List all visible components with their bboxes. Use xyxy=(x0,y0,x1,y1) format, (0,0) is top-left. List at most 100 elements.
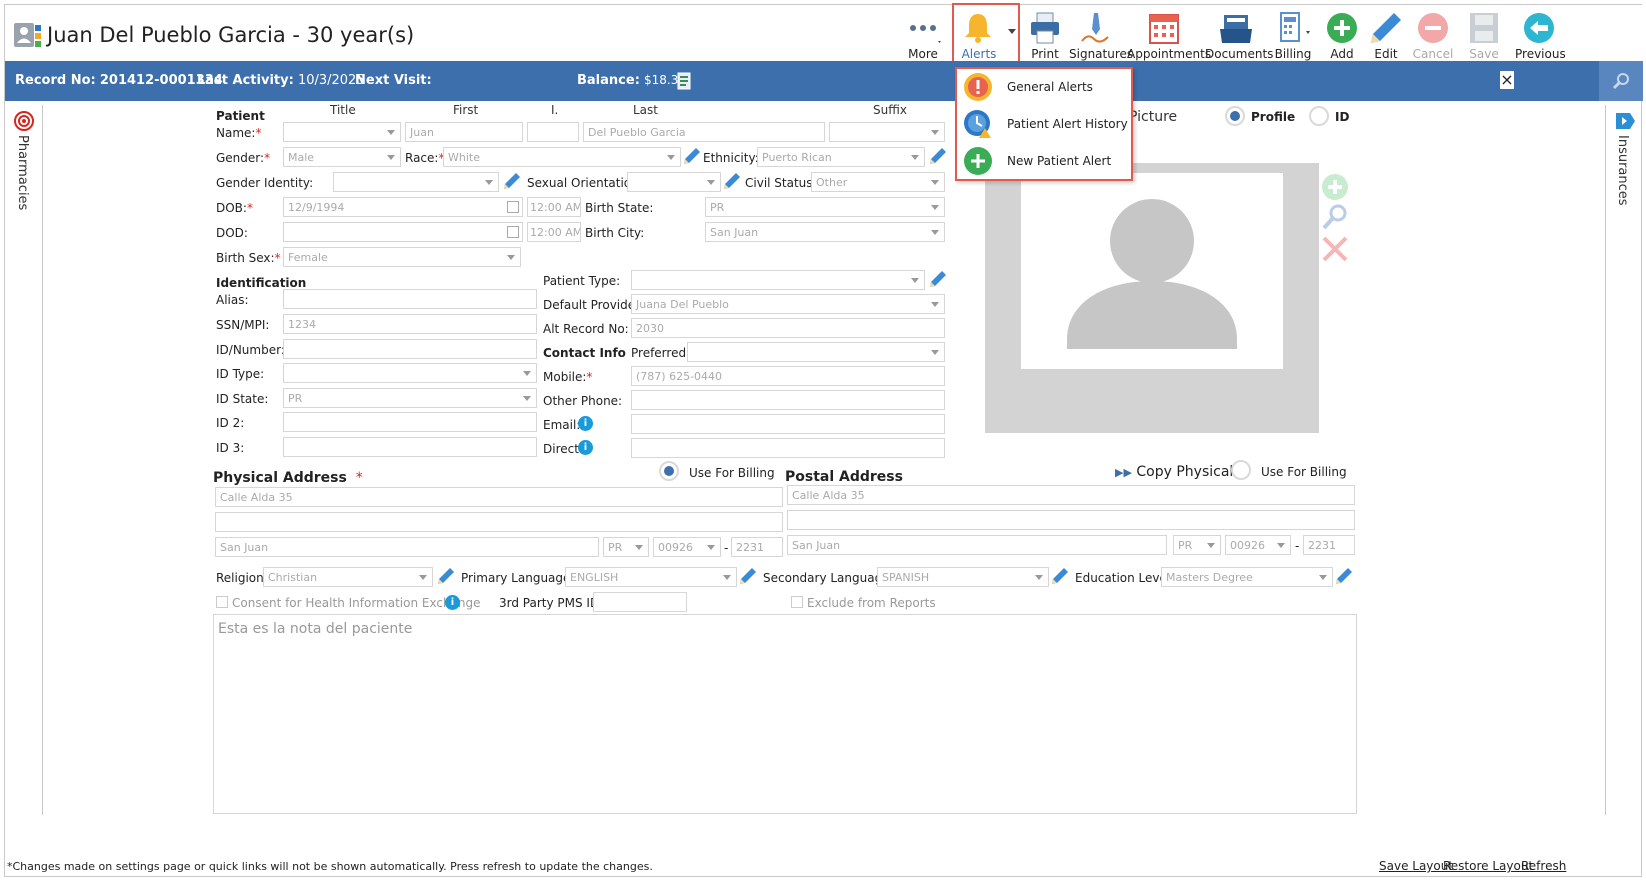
email-input[interactable] xyxy=(631,414,945,434)
postal-city-input[interactable]: San Juan xyxy=(787,535,1167,555)
edit-button[interactable]: Edit xyxy=(1367,7,1405,63)
exclude-reports-checkbox[interactable] xyxy=(791,596,803,608)
primary-language-edit-pencil-icon[interactable] xyxy=(739,567,757,585)
restore-layout-link[interactable]: Restore Layout xyxy=(1443,859,1533,873)
direct-info-icon[interactable]: i xyxy=(578,440,593,455)
birth-city-select[interactable]: San Juan xyxy=(705,222,945,242)
birth-sex-select[interactable]: Female xyxy=(283,247,521,267)
postal-zip-select[interactable]: 00926 xyxy=(1225,535,1291,555)
other-phone-input[interactable] xyxy=(631,390,945,410)
ssn-input[interactable]: 1234 xyxy=(283,314,537,334)
physical-address-line2[interactable] xyxy=(215,512,783,532)
physical-city-input[interactable]: San Juan xyxy=(215,537,599,557)
menu-item-new-patient-alert[interactable]: New Patient Alert xyxy=(957,143,1131,179)
ledger-icon[interactable] xyxy=(677,72,693,90)
refresh-link[interactable]: Refresh xyxy=(1521,859,1566,873)
alt-record-input[interactable]: 2030 xyxy=(631,318,945,338)
postal-zip-ext-input[interactable]: 2231 xyxy=(1303,535,1355,555)
pharmacies-tab[interactable]: Pharmacies xyxy=(5,105,43,815)
consent-checkbox[interactable] xyxy=(216,596,228,608)
menu-item-general-alerts[interactable]: General Alerts xyxy=(957,69,1131,105)
email-info-icon[interactable]: i xyxy=(578,416,593,431)
zoom-picture-icon[interactable] xyxy=(1321,203,1349,231)
last-name-input[interactable]: Del Pueblo Garcia xyxy=(583,122,825,142)
initial-input[interactable] xyxy=(527,122,579,142)
physical-state-select[interactable]: PR xyxy=(603,537,649,557)
race-edit-pencil-icon[interactable] xyxy=(683,147,701,165)
sexual-orientation-edit-pencil-icon[interactable] xyxy=(723,172,741,190)
ethnicity-edit-pencil-icon[interactable] xyxy=(929,147,947,165)
education-edit-pencil-icon[interactable] xyxy=(1335,567,1353,585)
ethnicity-select[interactable]: Puerto Rican xyxy=(757,147,925,167)
dod-input[interactable] xyxy=(283,222,523,242)
appointments-button[interactable]: Appointments xyxy=(1127,7,1211,63)
religion-edit-pencil-icon[interactable] xyxy=(437,567,455,585)
religion-select[interactable]: Christian xyxy=(263,567,433,587)
default-provider-select[interactable]: Juana Del Pueblo xyxy=(631,294,945,314)
physical-zip-select[interactable]: 00926 xyxy=(653,537,721,557)
documents-button[interactable]: Documents xyxy=(1205,7,1273,63)
birth-state-select[interactable]: PR xyxy=(705,197,945,217)
delete-picture-icon[interactable] xyxy=(1321,235,1349,263)
add-picture-icon[interactable] xyxy=(1321,173,1349,201)
physical-use-for-billing-radio[interactable] xyxy=(659,461,679,481)
save-button[interactable]: Save xyxy=(1465,7,1503,63)
calendar-icon[interactable] xyxy=(507,226,519,238)
consent-info-icon[interactable]: i xyxy=(445,595,460,610)
gender-select[interactable]: Male xyxy=(283,147,401,167)
dob-time-input[interactable]: 12:00 AM xyxy=(527,197,581,217)
patient-notes-textarea[interactable]: Esta es la nota del paciente xyxy=(213,614,1357,814)
mobile-input[interactable]: (787) 625-0440 xyxy=(631,366,945,386)
previous-button[interactable]: Previous xyxy=(1515,7,1566,63)
postal-use-for-billing-radio[interactable] xyxy=(1231,460,1251,480)
save-layout-link[interactable]: Save Layout xyxy=(1379,859,1453,873)
secondary-language-edit-pencil-icon[interactable] xyxy=(1051,567,1069,585)
id3-input[interactable] xyxy=(283,437,537,457)
insurances-tab[interactable]: Insurances xyxy=(1605,105,1641,815)
patient-type-select[interactable] xyxy=(631,270,925,290)
alias-input[interactable] xyxy=(283,289,537,309)
postal-address-line2[interactable] xyxy=(787,510,1355,530)
id-radio[interactable] xyxy=(1309,106,1329,126)
primary-language-select[interactable]: ENGLISH xyxy=(565,567,737,587)
patient-type-edit-pencil-icon[interactable] xyxy=(929,270,947,288)
col-suffix: Suffix xyxy=(873,103,907,117)
chevron-down-icon[interactable] xyxy=(1008,29,1016,35)
civil-status-select[interactable]: Other xyxy=(811,172,945,192)
print-button[interactable]: Print xyxy=(1025,7,1065,63)
id2-input[interactable] xyxy=(283,412,537,432)
menu-item-patient-alert-history[interactable]: Patient Alert History xyxy=(957,106,1131,142)
calendar-icon[interactable] xyxy=(507,201,519,213)
first-name-input[interactable]: Juan xyxy=(405,122,523,142)
postal-state-select[interactable]: PR xyxy=(1173,535,1221,555)
more-button[interactable]: More xyxy=(901,7,945,63)
direct-input[interactable] xyxy=(631,438,945,458)
billing-button[interactable]: Billing xyxy=(1269,7,1317,63)
dod-time-input[interactable]: 12:00 AM xyxy=(527,222,581,242)
dob-input[interactable]: 12/9/1994 xyxy=(283,197,523,217)
id-number-input[interactable] xyxy=(283,339,537,359)
physical-zip-ext-input[interactable]: 2231 xyxy=(731,537,783,557)
copy-physical-button[interactable]: ▶▶ Copy Physical xyxy=(1115,464,1233,480)
gender-identity-edit-pencil-icon[interactable] xyxy=(503,172,521,190)
alerts-button[interactable]: Alerts xyxy=(952,3,1020,63)
profile-radio[interactable] xyxy=(1225,106,1245,126)
preferred-select[interactable] xyxy=(687,342,945,362)
suffix-select[interactable] xyxy=(829,122,945,142)
id-state-select[interactable]: PR xyxy=(283,388,537,408)
secondary-language-select[interactable]: SPANISH xyxy=(877,567,1049,587)
postal-address-line1[interactable]: Calle Alda 35 xyxy=(787,485,1355,505)
cancel-button[interactable]: Cancel xyxy=(1411,7,1455,63)
signatures-button[interactable]: Signatures xyxy=(1069,7,1133,63)
search-button[interactable] xyxy=(1599,61,1643,101)
close-button[interactable]: × xyxy=(1500,71,1514,89)
pms-id-input[interactable] xyxy=(593,592,687,612)
title-select[interactable] xyxy=(283,122,401,142)
race-select[interactable]: White xyxy=(443,147,681,167)
sexual-orientation-select[interactable] xyxy=(627,172,721,192)
education-level-select[interactable]: Masters Degree xyxy=(1161,567,1333,587)
add-button[interactable]: Add xyxy=(1323,7,1361,63)
id-type-select[interactable] xyxy=(283,363,537,383)
gender-identity-select[interactable] xyxy=(333,172,499,192)
physical-address-line1[interactable]: Calle Alda 35 xyxy=(215,487,783,507)
